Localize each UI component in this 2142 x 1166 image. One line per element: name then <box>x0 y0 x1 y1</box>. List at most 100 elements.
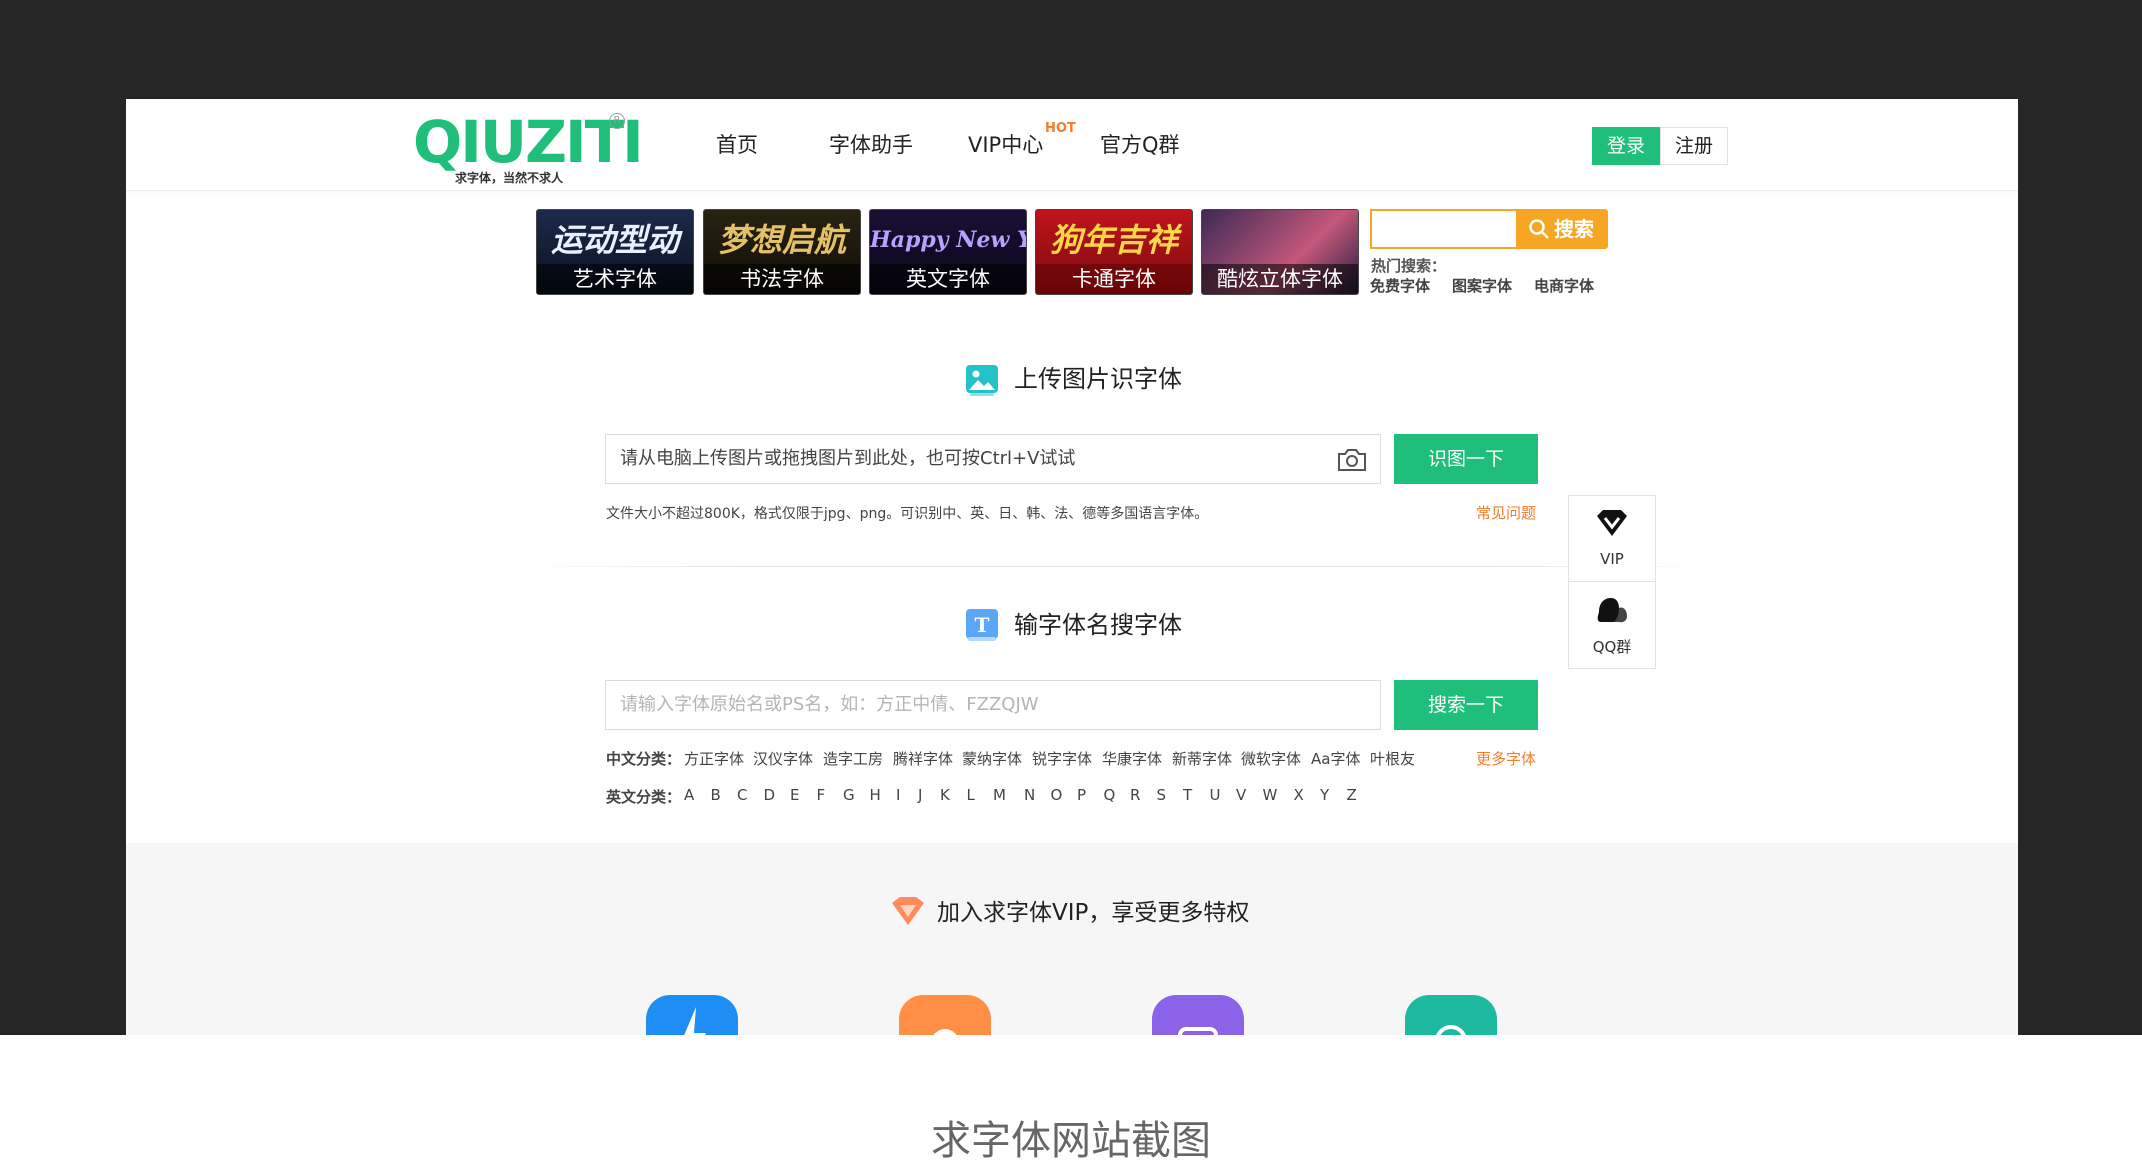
banner-caption: 卡通字体 <box>1036 264 1192 294</box>
chinese-category-link[interactable]: 腾祥字体 <box>893 748 953 769</box>
logo-tagline: 求字体，当然不求人 <box>455 171 564 185</box>
banner-cartoon-fonts[interactable]: 狗年吉祥 卡通字体 <box>1035 209 1193 295</box>
font-name-search-input[interactable]: 请输入字体原始名或PS名，如：方正中倩、FZZQJW <box>605 680 1381 730</box>
nav-font-assistant[interactable]: 字体助手 <box>829 129 913 161</box>
registered-mark: R <box>609 113 625 129</box>
site-logo[interactable]: QIUZITI R 求字体，当然不求人 <box>413 111 644 185</box>
english-letter-link[interactable]: N <box>1024 786 1035 804</box>
qq-group-icon <box>1597 598 1627 623</box>
nav-vip-center[interactable]: VIP中心 <box>968 129 1043 161</box>
english-letter-link[interactable]: F <box>817 786 826 804</box>
login-button[interactable]: 登录 <box>1592 127 1660 165</box>
banner-caption: 书法字体 <box>704 264 860 294</box>
cloud-app-icon[interactable] <box>899 995 991 1035</box>
logo-wordmark: QIUZITI <box>413 108 644 176</box>
website-page: QIUZITI R 求字体，当然不求人 首页 字体助手 VIP中心 HOT 官方… <box>126 99 2018 1035</box>
banner-art-text: 梦想启航 <box>717 221 846 259</box>
english-letter-link[interactable]: I <box>896 786 900 804</box>
more-fonts-link[interactable]: 更多字体 <box>1476 748 1536 769</box>
english-letter-link[interactable]: R <box>1130 786 1140 804</box>
banner-art-text: 狗年吉祥 <box>1049 221 1178 259</box>
hot-badge: HOT <box>1045 121 1076 136</box>
camera-icon[interactable] <box>1336 447 1368 473</box>
hot-link-pattern[interactable]: 图案字体 <box>1452 275 1512 296</box>
register-button[interactable]: 注册 <box>1660 127 1728 165</box>
chinese-category-link[interactable]: 微软字体 <box>1241 748 1301 769</box>
english-letter-link[interactable]: K <box>940 786 950 804</box>
chinese-category-link[interactable]: 华康字体 <box>1102 748 1162 769</box>
chinese-category-link[interactable]: 方正字体 <box>684 748 744 769</box>
side-vip-label: VIP <box>1600 550 1624 568</box>
english-letter-link[interactable]: U <box>1210 786 1221 804</box>
english-letter-link[interactable]: B <box>711 786 721 804</box>
chinese-category-link[interactable]: 锐字字体 <box>1032 748 1092 769</box>
chinese-category-link[interactable]: 汉仪字体 <box>753 748 813 769</box>
upload-section-title: 上传图片识字体 <box>1014 365 1182 393</box>
vip-gem-icon <box>892 897 924 925</box>
english-letter-link[interactable]: L <box>967 786 975 804</box>
image-upload-field[interactable]: 请从电脑上传图片或拖拽图片到此处，也可按Ctrl+V试试 <box>605 434 1381 484</box>
mini-search-button[interactable]: 搜索 <box>1516 209 1608 249</box>
hot-link-ecommerce[interactable]: 电商字体 <box>1534 275 1594 296</box>
site-header: QIUZITI R 求字体，当然不求人 首页 字体助手 VIP中心 HOT 官方… <box>126 99 2018 191</box>
screenshot-caption: 求字体网站截图 <box>931 1118 1211 1164</box>
english-letter-link[interactable]: E <box>790 786 799 804</box>
chinese-category-link[interactable]: Aa字体 <box>1311 748 1360 769</box>
side-float-panel: VIP QQ群 <box>1568 495 1656 669</box>
english-letter-link[interactable]: A <box>684 786 694 804</box>
english-letter-link[interactable]: X <box>1294 786 1304 804</box>
english-letter-link[interactable]: Q <box>1104 786 1116 804</box>
chinese-category-link[interactable]: 蒙纳字体 <box>962 748 1022 769</box>
side-qq-label: QQ群 <box>1592 638 1632 656</box>
english-letter-link[interactable]: W <box>1263 786 1278 804</box>
recognize-image-button[interactable]: 识图一下 <box>1394 434 1538 484</box>
english-letter-link[interactable]: M <box>993 786 1006 804</box>
svg-text:T: T <box>975 613 990 637</box>
faq-link[interactable]: 常见问题 <box>1476 502 1536 523</box>
refresh-app-icon[interactable] <box>1405 995 1497 1035</box>
banner-3d-fonts[interactable]: 酷炫立体字体 <box>1201 209 1359 295</box>
chinese-category-label: 中文分类： <box>606 750 682 768</box>
mini-search-label: 搜索 <box>1554 217 1594 241</box>
english-letter-link[interactable]: T <box>1183 786 1192 804</box>
english-letter-link[interactable]: J <box>918 786 922 804</box>
english-letter-link[interactable]: D <box>764 786 776 804</box>
banner-calligraphy-fonts[interactable]: 梦想启航 书法字体 <box>703 209 861 295</box>
english-letter-link[interactable]: S <box>1157 786 1167 804</box>
side-vip-button[interactable]: VIP <box>1569 496 1655 582</box>
banner-art-fonts[interactable]: 运动型动 艺术字体 <box>536 209 694 295</box>
banner-caption: 酷炫立体字体 <box>1202 264 1358 294</box>
banner-art-text <box>1202 210 1358 270</box>
banner-english-fonts[interactable]: Happy New Year 英文字体 <box>869 209 1027 295</box>
english-letter-link[interactable]: C <box>737 786 747 804</box>
banner-art-text: Happy New Year <box>870 227 1026 253</box>
chinese-category-link[interactable]: 新蒂字体 <box>1172 748 1232 769</box>
hot-search-label: 热门搜索： <box>1371 257 1447 275</box>
english-letter-link[interactable]: Y <box>1320 786 1329 804</box>
search-font-button[interactable]: 搜索一下 <box>1394 680 1538 730</box>
english-letter-link[interactable]: G <box>843 786 855 804</box>
side-qq-button[interactable]: QQ群 <box>1569 582 1655 668</box>
hot-link-free[interactable]: 免费字体 <box>1370 275 1430 296</box>
english-category-label: 英文分类： <box>606 788 682 806</box>
group-app-icon[interactable] <box>1152 995 1244 1035</box>
lightning-app-icon[interactable] <box>646 995 738 1035</box>
english-letter-link[interactable]: Z <box>1347 786 1357 804</box>
search-icon <box>1529 219 1549 239</box>
vip-diamond-icon <box>1597 510 1627 536</box>
english-letter-link[interactable]: V <box>1236 786 1246 804</box>
upload-hint: 文件大小不超过800K，格式仅限于jpg、png。可识别中、英、日、韩、法、德等… <box>606 506 1209 522</box>
chinese-category-link[interactable]: 叶根友 <box>1370 748 1415 769</box>
chinese-category-link[interactable]: 造字工房 <box>823 748 883 769</box>
english-letter-link[interactable]: H <box>870 786 881 804</box>
nav-qq-group[interactable]: 官方Q群 <box>1100 129 1180 161</box>
english-letter-link[interactable]: P <box>1077 786 1086 804</box>
banner-caption: 英文字体 <box>870 264 1026 294</box>
mini-search-input[interactable] <box>1370 209 1518 249</box>
english-letter-link[interactable]: O <box>1051 786 1063 804</box>
nav-home[interactable]: 首页 <box>716 129 758 161</box>
text-font-icon: T <box>966 609 998 641</box>
banner-caption: 艺术字体 <box>537 264 693 294</box>
image-upload-icon <box>966 365 998 396</box>
vip-promo-section <box>126 843 2018 1035</box>
